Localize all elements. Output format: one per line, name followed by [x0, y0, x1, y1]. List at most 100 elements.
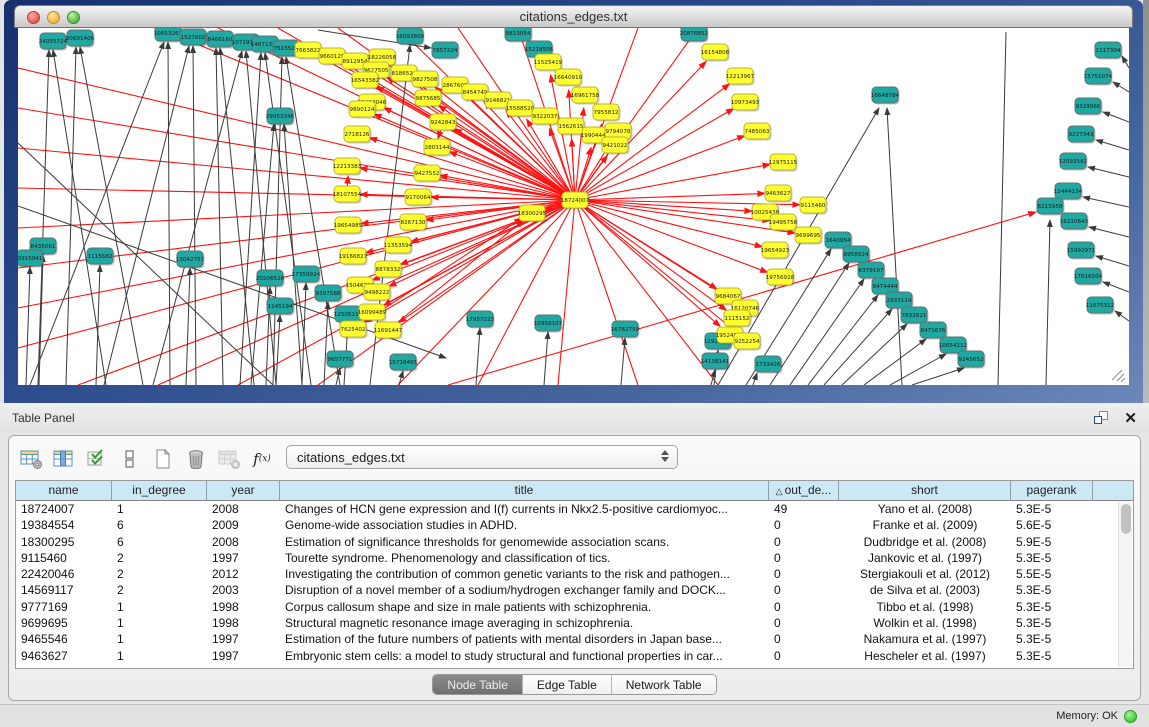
- graph-node[interactable]: 9875685: [415, 90, 443, 108]
- graph-node[interactable]: 7955812: [593, 104, 621, 122]
- graph-node[interactable]: 1145194: [267, 298, 295, 316]
- graph-node[interactable]: 16543382: [351, 72, 380, 90]
- tab-network-table[interactable]: Network Table: [611, 675, 716, 694]
- table-row[interactable]: 1830029562008Estimation of significance …: [16, 534, 1133, 550]
- table-row[interactable]: 1938455462009Genome-wide association stu…: [16, 517, 1133, 533]
- graph-node[interactable]: 16210643: [1060, 213, 1089, 231]
- graph-node[interactable]: 19495758: [769, 214, 798, 232]
- graph-node[interactable]: 19654985: [334, 217, 363, 235]
- graph-node[interactable]: 7485063: [744, 123, 772, 141]
- graph-node[interactable]: 1527602: [180, 29, 208, 47]
- graph-node[interactable]: 9427552: [414, 165, 442, 183]
- graph-node[interactable]: 9827508: [412, 71, 440, 89]
- graph-node[interactable]: 12213383: [333, 158, 362, 176]
- graph-node[interactable]: 16782759: [611, 321, 640, 339]
- graph-node[interactable]: 19756928: [766, 269, 795, 287]
- graph-node[interactable]: 11691447: [374, 322, 403, 340]
- graph-node[interactable]: 10958107: [534, 315, 563, 333]
- tab-node-table[interactable]: Node Table: [433, 675, 522, 694]
- graph-node[interactable]: 1115152: [724, 310, 752, 328]
- graph-node[interactable]: 1115682: [87, 248, 115, 266]
- float-panel-icon[interactable]: [1094, 411, 1110, 426]
- zoom-window-icon[interactable]: [67, 11, 80, 24]
- graph-node[interactable]: 18724007: [561, 192, 590, 210]
- graph-node[interactable]: 9421022: [602, 137, 630, 155]
- graph-node[interactable]: 18300295: [518, 205, 547, 223]
- graph-node[interactable]: 19166827: [339, 248, 368, 266]
- minimize-window-icon[interactable]: [47, 11, 60, 24]
- tab-edge-table[interactable]: Edge Table: [522, 675, 611, 694]
- graph-node[interactable]: 17957223: [466, 311, 495, 329]
- row-height-icon[interactable]: [118, 448, 142, 470]
- graph-node[interactable]: 9657771: [327, 351, 355, 369]
- graph-node[interactable]: 16099489: [358, 304, 387, 322]
- graph-node[interactable]: 10973493: [731, 94, 760, 112]
- graph-node[interactable]: 16961758: [571, 87, 600, 105]
- graph-node[interactable]: 7663822: [295, 42, 323, 60]
- delete-icon[interactable]: [184, 448, 208, 470]
- resize-grip-icon[interactable]: [1112, 370, 1125, 382]
- table-row[interactable]: 969969511998Structural magnetic resonanc…: [16, 615, 1133, 631]
- column-header-pagerank[interactable]: pagerank: [1011, 481, 1093, 501]
- graph-node[interactable]: 11353594: [384, 237, 413, 255]
- graph-node[interactable]: 24055724: [39, 33, 68, 51]
- graph-node[interactable]: 19654923: [761, 242, 790, 260]
- new-column-icon[interactable]: [151, 448, 175, 470]
- graph-node[interactable]: 18107554: [333, 186, 362, 204]
- graph-node[interactable]: 3915941: [18, 250, 45, 268]
- graph-node[interactable]: 9322037: [532, 108, 560, 126]
- graph-node[interactable]: 12213967: [726, 68, 755, 86]
- graph-node[interactable]: 16648784: [871, 87, 900, 105]
- table-settings-icon[interactable]: [19, 448, 43, 470]
- table-row[interactable]: 946554611997Estimation of the future num…: [16, 631, 1133, 647]
- graph-node[interactable]: 1117304: [1095, 42, 1123, 60]
- graph-node[interactable]: 20691406: [66, 30, 95, 48]
- vertical-scrollbar[interactable]: [1118, 502, 1132, 667]
- function-builder-icon[interactable]: f(x): [250, 448, 274, 470]
- graph-node[interactable]: 9890124: [349, 101, 377, 119]
- graph-node[interactable]: 8813054: [505, 28, 533, 43]
- close-panel-icon[interactable]: ✕: [1124, 411, 1137, 426]
- graph-node[interactable]: 9115460: [800, 197, 828, 215]
- graph-node[interactable]: 15992971: [1067, 242, 1096, 260]
- graph-node[interactable]: 17016504: [1074, 268, 1103, 286]
- graph-node[interactable]: 16640910: [554, 69, 583, 87]
- graph-node[interactable]: 9242843: [430, 114, 458, 132]
- column-header-in_degree[interactable]: in_degree: [112, 481, 207, 501]
- graph-node[interactable]: 8267130: [400, 214, 428, 232]
- graph-node[interactable]: 9227343: [1068, 126, 1096, 144]
- graph-node[interactable]: 16154808: [701, 44, 730, 62]
- table-row[interactable]: 2242004622012Investigating the contribut…: [16, 566, 1133, 582]
- graph-node[interactable]: 12975115: [769, 154, 798, 172]
- graph-node[interactable]: 8215958: [1037, 198, 1065, 216]
- graph-node[interactable]: 20876852: [680, 28, 709, 43]
- graph-node[interactable]: 9170064: [405, 189, 433, 207]
- graph-node[interactable]: 9329966: [1075, 98, 1103, 116]
- column-header-year[interactable]: year: [207, 481, 280, 501]
- scrollbar-thumb[interactable]: [1121, 504, 1131, 534]
- table-row[interactable]: 1872400712008Changes of HCN gene express…: [16, 501, 1133, 517]
- column-header-out_degree[interactable]: △out_de...: [769, 481, 839, 501]
- graph-node[interactable]: 15751074: [1084, 68, 1113, 86]
- graph-node[interactable]: 10653267: [154, 28, 183, 43]
- graph-node[interactable]: 9498222: [364, 284, 392, 302]
- network-selector-dropdown[interactable]: citations_edges.txt: [286, 445, 678, 469]
- graph-node[interactable]: 14138141: [701, 353, 730, 371]
- graph-node[interactable]: 9245652: [958, 351, 986, 369]
- graph-node[interactable]: 2803144: [424, 139, 452, 157]
- graph-node[interactable]: 11675312: [1086, 297, 1115, 315]
- window-titlebar[interactable]: citations_edges.txt: [14, 5, 1133, 28]
- graph-node[interactable]: 7625402: [340, 321, 368, 339]
- table-row[interactable]: 911546021997Tourette syndrome. Phenomeno…: [16, 550, 1133, 566]
- graph-node[interactable]: 9252254: [734, 333, 762, 351]
- graph-node[interactable]: 8466160: [207, 31, 235, 49]
- graph-node[interactable]: 1733426: [755, 356, 783, 374]
- column-header-title[interactable]: title: [280, 481, 769, 501]
- graph-node[interactable]: 8878332: [375, 261, 403, 279]
- column-visibility-icon[interactable]: [52, 448, 76, 470]
- graph-node[interactable]: 2718126: [344, 126, 372, 144]
- table-row[interactable]: 946362711997Embryonic stem cells: a mode…: [16, 648, 1133, 664]
- table-row[interactable]: 977716911998Corpus callosum shape and si…: [16, 599, 1133, 615]
- graph-node[interactable]: 29053346: [266, 108, 295, 126]
- graph-node[interactable]: 8958924: [843, 246, 871, 264]
